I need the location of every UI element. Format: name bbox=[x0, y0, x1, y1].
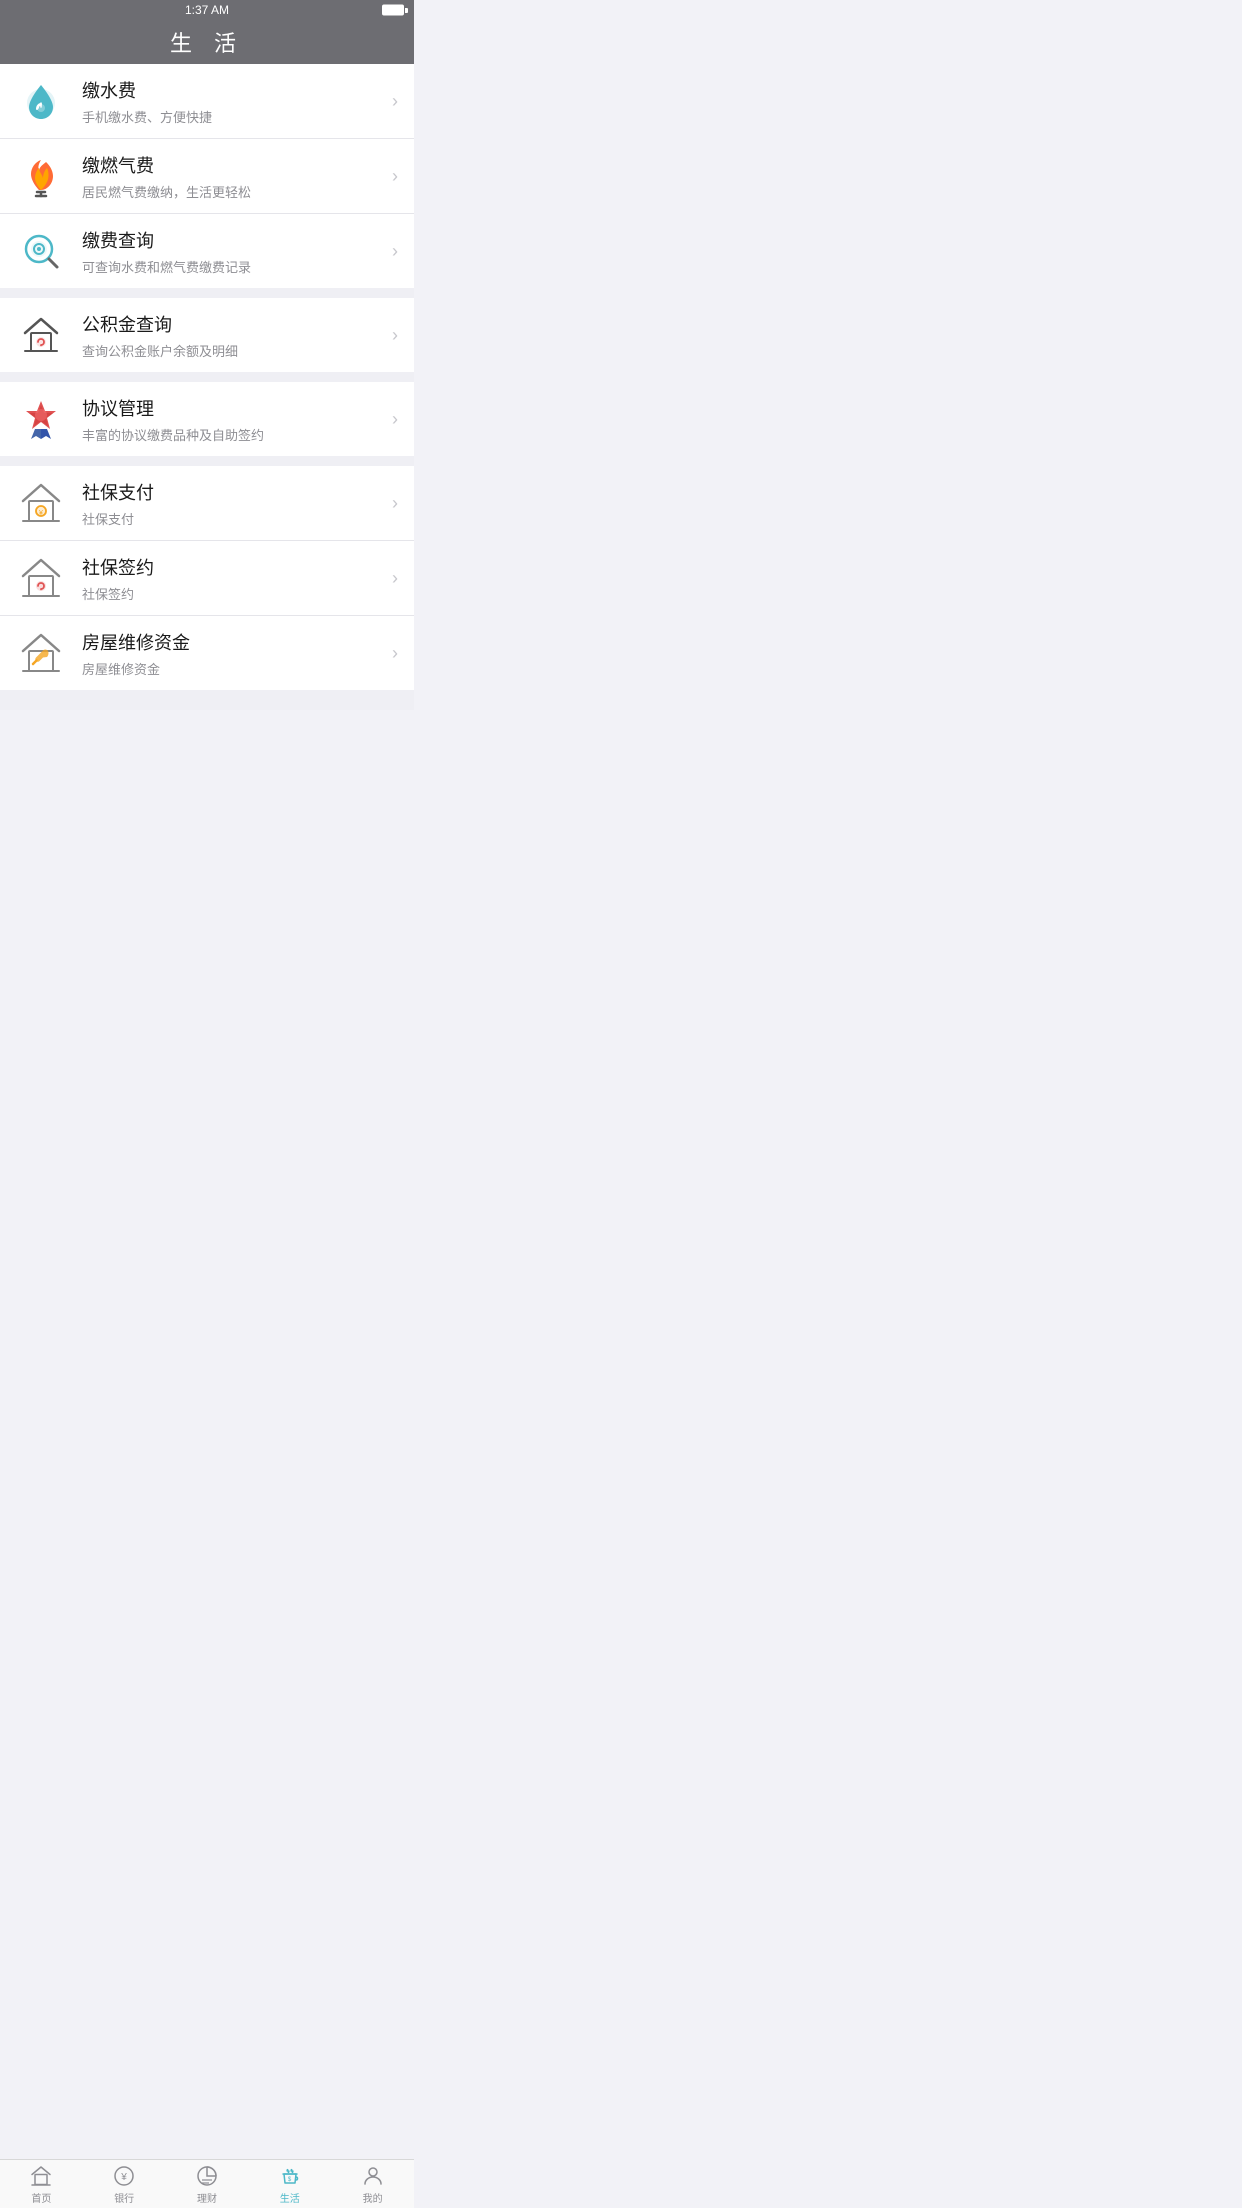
social-pay-chevron: › bbox=[392, 493, 398, 514]
water-fee-title: 缴水费 bbox=[82, 77, 392, 103]
social-pay-content: 社保支付 社保支付 bbox=[82, 479, 392, 528]
house-repair-title: 房屋维修资金 bbox=[82, 629, 392, 655]
gas-fee-item[interactable]: 缴燃气费 居民燃气费缴纳，生活更轻松 › bbox=[0, 139, 414, 214]
finance-icon bbox=[195, 2164, 219, 2188]
water-icon bbox=[16, 76, 66, 126]
water-fee-item[interactable]: 缴水费 手机缴水费、方便快捷 › bbox=[0, 64, 414, 139]
provident-fund-title: 公积金查询 bbox=[82, 311, 392, 337]
fee-query-chevron: › bbox=[392, 241, 398, 262]
utilities-section: 缴水费 手机缴水费、方便快捷 › 缴燃气费 居民燃气费缴纳，生活更轻松 › bbox=[0, 64, 414, 288]
house-repair-item[interactable]: 房屋维修资金 房屋维修资金 › bbox=[0, 616, 414, 690]
fee-query-item[interactable]: 缴费查询 可查询水费和燃气费缴费记录 › bbox=[0, 214, 414, 288]
tab-finance[interactable]: 理财 bbox=[166, 2160, 249, 2208]
sep-2 bbox=[0, 372, 414, 382]
tab-finance-label: 理财 bbox=[197, 2190, 217, 2205]
provident-fund-subtitle: 查询公积金账户余额及明细 bbox=[82, 341, 392, 360]
agreement-mgmt-item[interactable]: 协议管理 丰富的协议缴费品种及自助签约 › bbox=[0, 382, 414, 456]
social-sign-subtitle: 社保签约 bbox=[82, 584, 392, 603]
battery-icon bbox=[382, 5, 404, 16]
tab-bar: 首页 ¥ 银行 理财 bbox=[0, 2159, 414, 2208]
nav-bar: 生 活 bbox=[0, 20, 414, 64]
gas-icon bbox=[16, 151, 66, 201]
house-repair-content: 房屋维修资金 房屋维修资金 bbox=[82, 629, 392, 678]
tab-home[interactable]: 首页 bbox=[0, 2160, 83, 2208]
agreement-icon bbox=[16, 394, 66, 444]
provident-fund-chevron: › bbox=[392, 325, 398, 346]
sep-4 bbox=[0, 690, 414, 710]
provident-icon bbox=[16, 310, 66, 360]
fee-query-title: 缴费查询 bbox=[82, 227, 392, 253]
social-sign-chevron: › bbox=[392, 568, 398, 589]
status-bar: 1:37 AM bbox=[0, 0, 414, 20]
fee-query-subtitle: 可查询水费和燃气费缴费记录 bbox=[82, 257, 392, 276]
agreement-mgmt-content: 协议管理 丰富的协议缴费品种及自助签约 bbox=[82, 395, 392, 444]
social-pay-title: 社保支付 bbox=[82, 479, 392, 505]
tab-mine-label: 我的 bbox=[363, 2190, 383, 2205]
svg-text:¥: ¥ bbox=[120, 2172, 127, 2183]
water-fee-subtitle: 手机缴水费、方便快捷 bbox=[82, 107, 392, 126]
social-sign-item[interactable]: 社保签约 社保签约 › bbox=[0, 541, 414, 616]
house-repair-chevron: › bbox=[392, 643, 398, 664]
tab-mine[interactable]: 我的 bbox=[331, 2160, 414, 2208]
nav-title: 生 活 bbox=[170, 26, 244, 58]
gas-fee-subtitle: 居民燃气费缴纳，生活更轻松 bbox=[82, 182, 392, 201]
provident-section: 公积金查询 查询公积金账户余额及明细 › bbox=[0, 298, 414, 372]
tab-bank-label: 银行 bbox=[114, 2190, 134, 2205]
social-pay-icon: ¥ bbox=[16, 478, 66, 528]
gas-fee-content: 缴燃气费 居民燃气费缴纳，生活更轻松 bbox=[82, 152, 392, 201]
provident-fund-content: 公积金查询 查询公积金账户余额及明细 bbox=[82, 311, 392, 360]
provident-fund-item[interactable]: 公积金查询 查询公积金账户余额及明细 › bbox=[0, 298, 414, 372]
agreement-section: 协议管理 丰富的协议缴费品种及自助签约 › bbox=[0, 382, 414, 456]
fee-query-icon bbox=[16, 226, 66, 276]
gas-fee-title: 缴燃气费 bbox=[82, 152, 392, 178]
social-sign-content: 社保签约 社保签约 bbox=[82, 554, 392, 603]
sep-3 bbox=[0, 456, 414, 466]
fee-query-content: 缴费查询 可查询水费和燃气费缴费记录 bbox=[82, 227, 392, 276]
water-fee-chevron: › bbox=[392, 91, 398, 112]
bank-icon: ¥ bbox=[112, 2164, 136, 2188]
water-fee-content: 缴水费 手机缴水费、方便快捷 bbox=[82, 77, 392, 126]
tab-life-label: 生活 bbox=[280, 2190, 300, 2205]
social-sign-title: 社保签约 bbox=[82, 554, 392, 580]
life-icon: $ bbox=[278, 2164, 302, 2188]
svg-text:¥: ¥ bbox=[39, 510, 43, 517]
social-pay-item[interactable]: ¥ 社保支付 社保支付 › bbox=[0, 466, 414, 541]
status-time: 1:37 AM bbox=[185, 3, 229, 17]
social-sign-icon bbox=[16, 553, 66, 603]
svg-text:$: $ bbox=[288, 2177, 292, 2183]
gas-fee-chevron: › bbox=[392, 166, 398, 187]
social-pay-subtitle: 社保支付 bbox=[82, 509, 392, 528]
tab-bank[interactable]: ¥ 银行 bbox=[83, 2160, 166, 2208]
agreement-mgmt-title: 协议管理 bbox=[82, 395, 392, 421]
house-repair-icon bbox=[16, 628, 66, 678]
agreement-mgmt-subtitle: 丰富的协议缴费品种及自助签约 bbox=[82, 425, 392, 444]
main-content: 缴水费 手机缴水费、方便快捷 › 缴燃气费 居民燃气费缴纳，生活更轻松 › bbox=[0, 64, 414, 759]
tab-life[interactable]: $ 生活 bbox=[248, 2160, 331, 2208]
agreement-mgmt-chevron: › bbox=[392, 409, 398, 430]
tab-home-label: 首页 bbox=[31, 2190, 51, 2205]
sep-1 bbox=[0, 288, 414, 298]
home-icon bbox=[29, 2164, 53, 2188]
house-repair-subtitle: 房屋维修资金 bbox=[82, 659, 392, 678]
user-icon bbox=[361, 2164, 385, 2188]
social-section: ¥ 社保支付 社保支付 › 社保签约 bbox=[0, 466, 414, 690]
